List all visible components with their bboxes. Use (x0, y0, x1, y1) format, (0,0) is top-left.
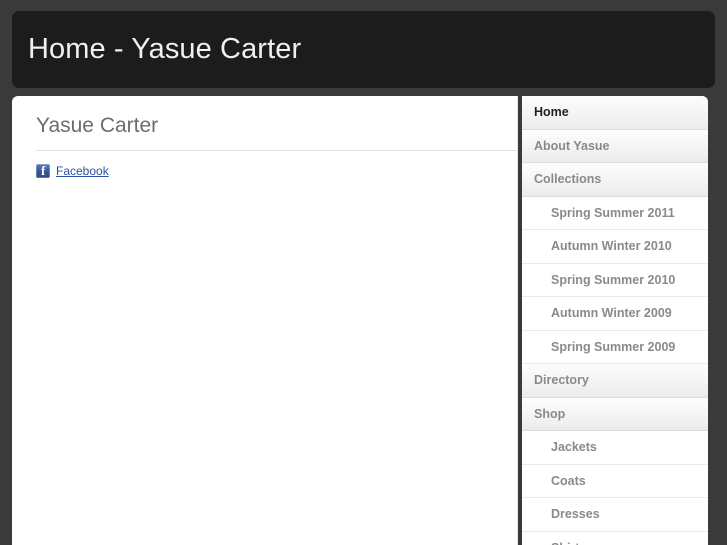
sidebar-item-directory[interactable]: Directory (522, 364, 708, 398)
sidebar-item-label: Jackets (551, 440, 597, 455)
sidebar-divider (517, 96, 518, 545)
sidebar-item-label: Directory (534, 373, 589, 388)
sidebar-item-label: Dresses (551, 507, 600, 522)
sidebar-item-label: Coats (551, 473, 586, 488)
sidebar-item-about-yasue[interactable]: About Yasue (522, 129, 708, 163)
facebook-icon (36, 163, 50, 179)
sidebar-item-autumn-winter-2010[interactable]: Autumn Winter 2010 (522, 230, 708, 264)
sidebar-navigation: Home About Yasue Collections Spring Summer … (522, 96, 708, 545)
sidebar-item-autumn-winter-2009[interactable]: Autumn Winter 2009 (522, 297, 708, 331)
sidebar-item-shop[interactable]: Shop (522, 397, 708, 431)
content-heading: Yasue Carter (36, 114, 159, 137)
sidebar-item-spring-summer-2009[interactable]: Spring Summer 2009 (522, 330, 708, 364)
sidebar-item-label: Spring Summer 2010 (551, 272, 676, 287)
sidebar-item-label: Autumn Winter 2009 (551, 306, 672, 321)
sidebar-item-label: Shirts (551, 541, 586, 545)
main-content-panel: Yasue Carter Facebook (12, 96, 518, 545)
sidebar-item-shirts[interactable]: Shirts (522, 531, 708, 545)
facebook-link[interactable]: Facebook (56, 165, 109, 177)
sidebar-item-label: Spring Summer 2009 (551, 339, 676, 354)
sidebar-item-label: Spring Summer 2011 (551, 205, 675, 220)
sidebar-item-spring-summer-2010[interactable]: Spring Summer 2010 (522, 263, 708, 297)
sidebar-item-home[interactable]: Home (522, 96, 708, 130)
sidebar-item-label: Home (534, 105, 569, 120)
sidebar-item-collections[interactable]: Collections (522, 163, 708, 197)
social-links-row: Facebook (36, 163, 504, 179)
sidebar-item-spring-summer-2011[interactable]: Spring Summer 2011 (522, 196, 708, 230)
sidebar-item-coats[interactable]: Coats (522, 464, 708, 498)
page-root: Home - Yasue Carter Yasue Carter Faceboo… (0, 0, 727, 545)
nav-list: Home About Yasue Collections Spring Summer … (522, 96, 708, 545)
sidebar-item-jackets[interactable]: Jackets (522, 431, 708, 465)
sidebar-item-dresses[interactable]: Dresses (522, 498, 708, 532)
sidebar-item-label: About Yasue (534, 138, 610, 153)
content-divider (36, 150, 518, 152)
sidebar-item-label: Autumn Winter 2010 (551, 239, 672, 254)
sidebar-item-label: Collections (534, 172, 602, 187)
sidebar-item-label: Shop (534, 406, 566, 421)
site-header: Home - Yasue Carter (12, 11, 715, 88)
page-title: Home - Yasue Carter (28, 33, 302, 65)
